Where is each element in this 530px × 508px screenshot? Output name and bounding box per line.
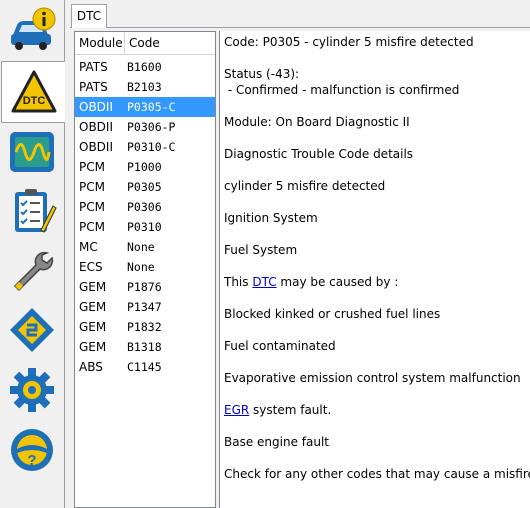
row-module: GEM bbox=[79, 280, 107, 294]
row-code: B1318 bbox=[127, 340, 162, 354]
column-header-code[interactable]: Code bbox=[125, 32, 215, 54]
row-code: P0310 bbox=[127, 220, 162, 234]
table-row[interactable]: OBDII P0306-P bbox=[75, 117, 215, 137]
table-row[interactable]: PCM P0310 bbox=[75, 217, 215, 237]
list-rows: PATS B1600 PATS B2103 OBDII P0305-C OBDII P0306… bbox=[75, 57, 215, 377]
code-line: Code: P0305 - cylinder 5 misfire detecte… bbox=[224, 35, 474, 49]
cause-egr: EGR system fault. bbox=[224, 402, 331, 418]
chip-icon bbox=[9, 308, 54, 352]
row-code: P0306 bbox=[127, 200, 162, 214]
column-header-module[interactable]: Module bbox=[75, 32, 125, 54]
sidebar-item-service[interactable] bbox=[1, 242, 62, 298]
cause-evap-system: Evaporative emission control system malf… bbox=[224, 371, 521, 385]
dtc-list[interactable]: Module Code PATS B1600 PATS B2103 OBDII P0305… bbox=[74, 31, 216, 508]
row-code: P1347 bbox=[127, 300, 162, 314]
row-module: MC bbox=[79, 240, 98, 254]
oscilloscope-icon bbox=[9, 132, 54, 172]
table-row[interactable]: MC None bbox=[75, 237, 215, 257]
row-code: B1600 bbox=[127, 60, 162, 74]
list-header: Module Code bbox=[75, 32, 215, 55]
table-row[interactable]: GEM B1318 bbox=[75, 337, 215, 357]
system-fuel: Fuel System bbox=[224, 243, 298, 257]
cause-prefix: This bbox=[224, 275, 253, 289]
row-code: B2103 bbox=[127, 80, 162, 94]
status-line: Status (-43): bbox=[224, 67, 300, 81]
row-module: PCM bbox=[79, 200, 105, 214]
cause-suffix: may be caused by : bbox=[276, 275, 399, 289]
row-module: PCM bbox=[79, 180, 105, 194]
cause-base-engine: Base engine fault bbox=[224, 435, 329, 449]
row-module: GEM bbox=[79, 320, 107, 334]
table-row[interactable]: ABS C1145 bbox=[75, 357, 215, 377]
section-title: Diagnostic Trouble Code details bbox=[224, 147, 414, 161]
row-module: PATS bbox=[79, 80, 108, 94]
description: cylinder 5 misfire detected bbox=[224, 179, 386, 193]
sidebar-item-vehicle-info[interactable] bbox=[1, 2, 62, 58]
sidebar-item-ecu[interactable] bbox=[1, 302, 62, 358]
row-module: GEM bbox=[79, 340, 107, 354]
steering-help-icon: ? bbox=[10, 429, 53, 471]
row-code: C1145 bbox=[127, 360, 162, 374]
advice: Check for any other codes that may cause… bbox=[224, 467, 530, 481]
row-module: GEM bbox=[79, 300, 107, 314]
gear-icon bbox=[9, 368, 54, 412]
tab-dtc[interactable]: DTC bbox=[71, 4, 107, 28]
wrench-icon bbox=[13, 251, 53, 292]
sidebar-item-oscilloscope[interactable] bbox=[1, 124, 62, 180]
clipboard-checklist-icon bbox=[14, 189, 57, 233]
row-code: None bbox=[127, 240, 155, 254]
row-code: P1000 bbox=[127, 160, 162, 174]
row-module: OBDII bbox=[79, 120, 113, 134]
dtc-warning-icon: DTC bbox=[11, 70, 56, 113]
row-module: ABS bbox=[79, 360, 103, 374]
table-row[interactable]: ECS None bbox=[75, 257, 215, 277]
table-row[interactable]: PATS B1600 bbox=[75, 57, 215, 77]
row-module: PATS bbox=[79, 60, 108, 74]
row-module: PCM bbox=[79, 220, 105, 234]
sidebar-item-settings[interactable] bbox=[1, 362, 62, 418]
row-code: P0305-C bbox=[127, 100, 176, 114]
row-module: OBDII bbox=[79, 100, 113, 114]
dtc-icon-label: DTC bbox=[22, 95, 45, 107]
egr-link[interactable]: EGR bbox=[224, 403, 249, 417]
table-row[interactable]: PATS B2103 bbox=[75, 77, 215, 97]
status-detail: - Confirmed - malfunction is confirmed bbox=[224, 83, 460, 97]
table-row[interactable]: OBDII P0310-C bbox=[75, 137, 215, 157]
row-module: OBDII bbox=[79, 140, 113, 154]
car-info-icon bbox=[10, 7, 55, 50]
table-row[interactable]: OBDII P0305-C bbox=[75, 97, 215, 117]
row-code: P1832 bbox=[127, 320, 162, 334]
row-code: P0305 bbox=[127, 180, 162, 194]
row-module: ECS bbox=[79, 260, 103, 274]
cause-fuel-lines: Blocked kinked or crushed fuel lines bbox=[224, 307, 441, 321]
table-row[interactable]: PCM P0305 bbox=[75, 177, 215, 197]
table-row[interactable]: PCM P1000 bbox=[75, 157, 215, 177]
svg-text:?: ? bbox=[27, 452, 36, 469]
sidebar-item-dtc[interactable]: DTC bbox=[1, 61, 65, 123]
egr-suffix: system fault. bbox=[249, 403, 332, 417]
table-row[interactable]: GEM P1876 bbox=[75, 277, 215, 297]
module-line: Module: On Board Diagnostic II bbox=[224, 115, 410, 129]
table-row[interactable]: GEM P1832 bbox=[75, 317, 215, 337]
row-code: P0306-P bbox=[127, 120, 176, 134]
cause-fuel-contaminated: Fuel contaminated bbox=[224, 339, 336, 353]
table-row[interactable]: GEM P1347 bbox=[75, 297, 215, 317]
row-code: P0310-C bbox=[127, 140, 176, 154]
table-row[interactable]: PCM P0306 bbox=[75, 197, 215, 217]
sidebar-item-help[interactable]: ? bbox=[1, 422, 62, 478]
system-ignition: Ignition System bbox=[224, 211, 318, 225]
row-code: None bbox=[127, 260, 155, 274]
cause-intro: This DTC may be caused by : bbox=[224, 274, 398, 290]
dtc-link[interactable]: DTC bbox=[252, 275, 276, 289]
row-module: PCM bbox=[79, 160, 105, 174]
sidebar-item-checklist[interactable] bbox=[1, 183, 62, 239]
sidebar: DTC ? bbox=[0, 0, 65, 508]
dtc-details-pane: Code: P0305 - cylinder 5 misfire detecte… bbox=[219, 31, 530, 508]
row-code: P1876 bbox=[127, 280, 162, 294]
